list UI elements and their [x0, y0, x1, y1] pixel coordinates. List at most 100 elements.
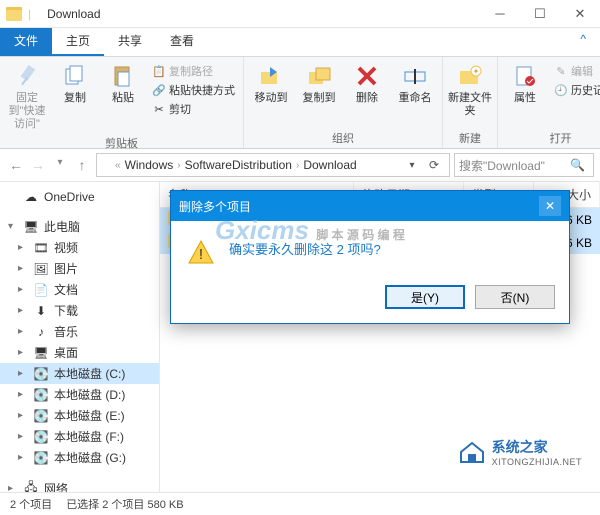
disk-icon: 💽 [33, 430, 49, 444]
addr-folder-icon [101, 159, 115, 171]
status-item-count: 2 个项目 [10, 496, 52, 512]
ribbon-collapse[interactable]: ^ [566, 28, 600, 56]
svg-text:!: ! [199, 246, 203, 263]
close-button[interactable]: ✕ [560, 0, 600, 28]
ribbon-tabs: 文件 主页 共享 查看 ^ [0, 28, 600, 57]
address-bar[interactable]: « Windows › SoftwareDistribution › Downl… [96, 153, 450, 177]
disk-icon: 💽 [33, 388, 49, 402]
properties-icon [511, 62, 539, 90]
dialog-message: 确实要永久删除这 2 项吗? [229, 239, 381, 258]
ribbon: 固定到"快速访问" 复制 粘贴 📋复制路径 🔗粘贴快捷方式 ✂剪切 剪贴板 移动… [0, 57, 600, 149]
sidebar-pictures[interactable]: ▸🖼图片 [0, 258, 159, 279]
rename-button[interactable]: 重命名 [392, 60, 438, 107]
edit-icon: ✎ [554, 64, 568, 78]
new-group-label: 新建 [459, 130, 481, 146]
scissors-icon: ✂ [152, 102, 166, 116]
cloud-icon: ☁ [23, 190, 39, 204]
path-icon: 📋 [152, 64, 166, 78]
sidebar-documents[interactable]: ▸📄文档 [0, 279, 159, 300]
sidebar-onedrive[interactable]: ☁OneDrive [0, 188, 159, 206]
search-input[interactable]: 搜索"Download" 🔍 [454, 153, 594, 177]
addr-dropdown[interactable]: ▾ [401, 160, 423, 171]
tab-file[interactable]: 文件 [0, 28, 52, 56]
pin-icon [13, 62, 41, 90]
status-bar: 2 个项目 已选择 2 个项目 580 KB [0, 492, 600, 515]
copy-to-icon [305, 62, 333, 90]
network-icon: 🖧 [23, 482, 39, 493]
rename-icon [401, 62, 429, 90]
copy-button[interactable]: 复制 [52, 60, 98, 107]
window-title: Download [41, 7, 480, 21]
sidebar-disk-f[interactable]: ▸💽本地磁盘 (F:) [0, 426, 159, 447]
cut-button[interactable]: ✂剪切 [148, 100, 239, 118]
download-icon: ⬇ [33, 304, 49, 318]
delete-confirm-dialog: 删除多个项目 ✕ ! 确实要永久删除这 2 项吗? 是(Y) 否(N) [170, 190, 570, 324]
sidebar-disk-d[interactable]: ▸💽本地磁盘 (D:) [0, 384, 159, 405]
minimize-button[interactable]: ─ [480, 0, 520, 28]
crumb-windows[interactable]: Windows [121, 158, 178, 172]
pin-label: 固定到"快速访问" [4, 92, 50, 132]
history-button[interactable]: 🕘历史记录 [550, 81, 600, 99]
dialog-yes-button[interactable]: 是(Y) [385, 285, 465, 309]
desktop-icon: 🖥 [33, 346, 49, 360]
maximize-button[interactable]: ☐ [520, 0, 560, 28]
disk-icon: 💽 [33, 409, 49, 423]
sidebar-disk-e[interactable]: ▸💽本地磁盘 (E:) [0, 405, 159, 426]
nav-forward[interactable]: → [28, 157, 48, 173]
dialog-no-button[interactable]: 否(N) [475, 285, 555, 309]
sidebar-music[interactable]: ▸♪音乐 [0, 321, 159, 342]
status-selection: 已选择 2 个项目 580 KB [66, 496, 183, 512]
picture-icon: 🖼 [33, 262, 49, 276]
sidebar-disk-g[interactable]: ▸💽本地磁盘 (G:) [0, 447, 159, 468]
shortcut-icon: 🔗 [152, 83, 166, 97]
video-icon: 🎞 [33, 241, 49, 255]
paste-button[interactable]: 粘贴 [100, 60, 146, 107]
new-folder-button[interactable]: ✦ 新建文件夹 [447, 60, 493, 120]
properties-button[interactable]: 属性 [502, 60, 548, 107]
nav-back[interactable]: ← [6, 157, 26, 173]
sidebar: ☁OneDrive ▾🖥此电脑 ▸🎞视频 ▸🖼图片 ▸📄文档 ▸⬇下载 ▸♪音乐… [0, 182, 160, 492]
nav-up[interactable]: ↑ [72, 157, 92, 173]
warning-icon: ! [187, 239, 215, 267]
search-icon: 🔍 [570, 158, 585, 172]
copy-to-button[interactable]: 复制到 [296, 60, 342, 107]
window-titlebar: | Download ─ ☐ ✕ [0, 0, 600, 28]
document-icon: 📄 [33, 283, 49, 297]
tab-home[interactable]: 主页 [52, 28, 104, 56]
address-row: ← → ▾ ↑ « Windows › SoftwareDistribution… [0, 149, 600, 182]
move-icon [257, 62, 285, 90]
delete-icon [353, 62, 381, 90]
sidebar-network[interactable]: ▸🖧网络 [0, 478, 159, 492]
crumb-swdist[interactable]: SoftwareDistribution [181, 158, 296, 172]
sidebar-downloads[interactable]: ▸⬇下载 [0, 300, 159, 321]
qat-divider: | [24, 7, 35, 21]
sidebar-desktop[interactable]: ▸🖥桌面 [0, 342, 159, 363]
open-group-label: 打开 [550, 130, 572, 146]
folder-icon [6, 7, 22, 21]
disk-icon: 💽 [33, 451, 49, 465]
edit-button[interactable]: ✎编辑 [550, 62, 600, 80]
sidebar-videos[interactable]: ▸🎞视频 [0, 237, 159, 258]
history-icon: 🕘 [554, 83, 568, 97]
copy-path-button[interactable]: 📋复制路径 [148, 62, 239, 80]
clipboard-group-label: 剪贴板 [105, 135, 138, 151]
pin-quick-access-button[interactable]: 固定到"快速访问" [4, 60, 50, 134]
crumb-download[interactable]: Download [299, 158, 360, 172]
delete-button[interactable]: 删除 [344, 60, 390, 107]
sidebar-disk-c[interactable]: ▸💽本地磁盘 (C:) [0, 363, 159, 384]
dialog-close-button[interactable]: ✕ [539, 196, 561, 216]
dialog-title: 删除多个项目 [179, 198, 251, 215]
tab-share[interactable]: 共享 [104, 28, 156, 56]
move-to-button[interactable]: 移动到 [248, 60, 294, 107]
music-icon: ♪ [33, 325, 49, 339]
tab-view[interactable]: 查看 [156, 28, 208, 56]
new-folder-icon: ✦ [456, 62, 484, 90]
svg-text:✦: ✦ [473, 67, 480, 76]
refresh-button[interactable]: ⟳ [423, 158, 445, 172]
search-placeholder: 搜索"Download" [459, 157, 570, 174]
pc-icon: 🖥 [23, 220, 39, 234]
sidebar-this-pc[interactable]: ▾🖥此电脑 [0, 216, 159, 237]
nav-history-dropdown[interactable]: ▾ [50, 157, 70, 173]
paste-icon [109, 62, 137, 90]
paste-shortcut-button[interactable]: 🔗粘贴快捷方式 [148, 81, 239, 99]
